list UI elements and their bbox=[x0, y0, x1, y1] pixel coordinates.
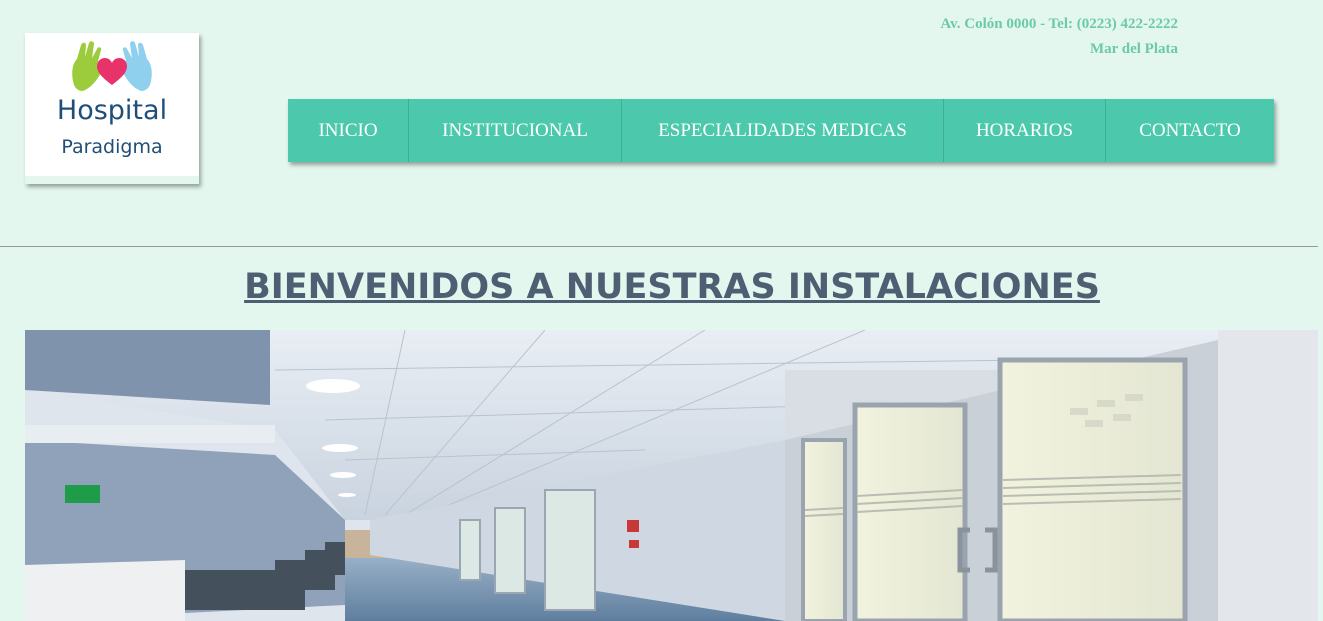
header-divider bbox=[0, 246, 1318, 247]
nav-item-institucional[interactable]: INSTITUCIONAL bbox=[409, 99, 622, 162]
logo[interactable]: Hospital Paradigma bbox=[25, 33, 199, 184]
page-heading: BIENVENIDOS A NUESTRAS INSTALACIONES bbox=[244, 267, 1100, 307]
logo-bottom-strip bbox=[25, 176, 199, 184]
main-navigation: INICIO INSTITUCIONAL ESPECIALIDADES MEDI… bbox=[288, 99, 1274, 162]
contact-address-phone: Av. Colón 0000 - Tel: (0223) 422-2222 bbox=[940, 16, 1178, 32]
nav-item-horarios[interactable]: HORARIOS bbox=[944, 99, 1106, 162]
contact-info: Av. Colón 0000 - Tel: (0223) 422-2222 Ma… bbox=[940, 12, 1178, 62]
logo-title: Hospital bbox=[56, 95, 168, 126]
logo-subtitle: Paradigma bbox=[61, 136, 163, 158]
nav-item-inicio[interactable]: INICIO bbox=[288, 99, 409, 162]
nav-item-especialidades-medicas[interactable]: ESPECIALIDADES MEDICAS bbox=[622, 99, 944, 162]
hands-heart-icon bbox=[72, 41, 152, 91]
contact-city: Mar del Plata bbox=[1089, 41, 1178, 57]
nav-item-contacto[interactable]: CONTACTO bbox=[1106, 99, 1274, 162]
hospital-corridor-image bbox=[25, 330, 1318, 621]
